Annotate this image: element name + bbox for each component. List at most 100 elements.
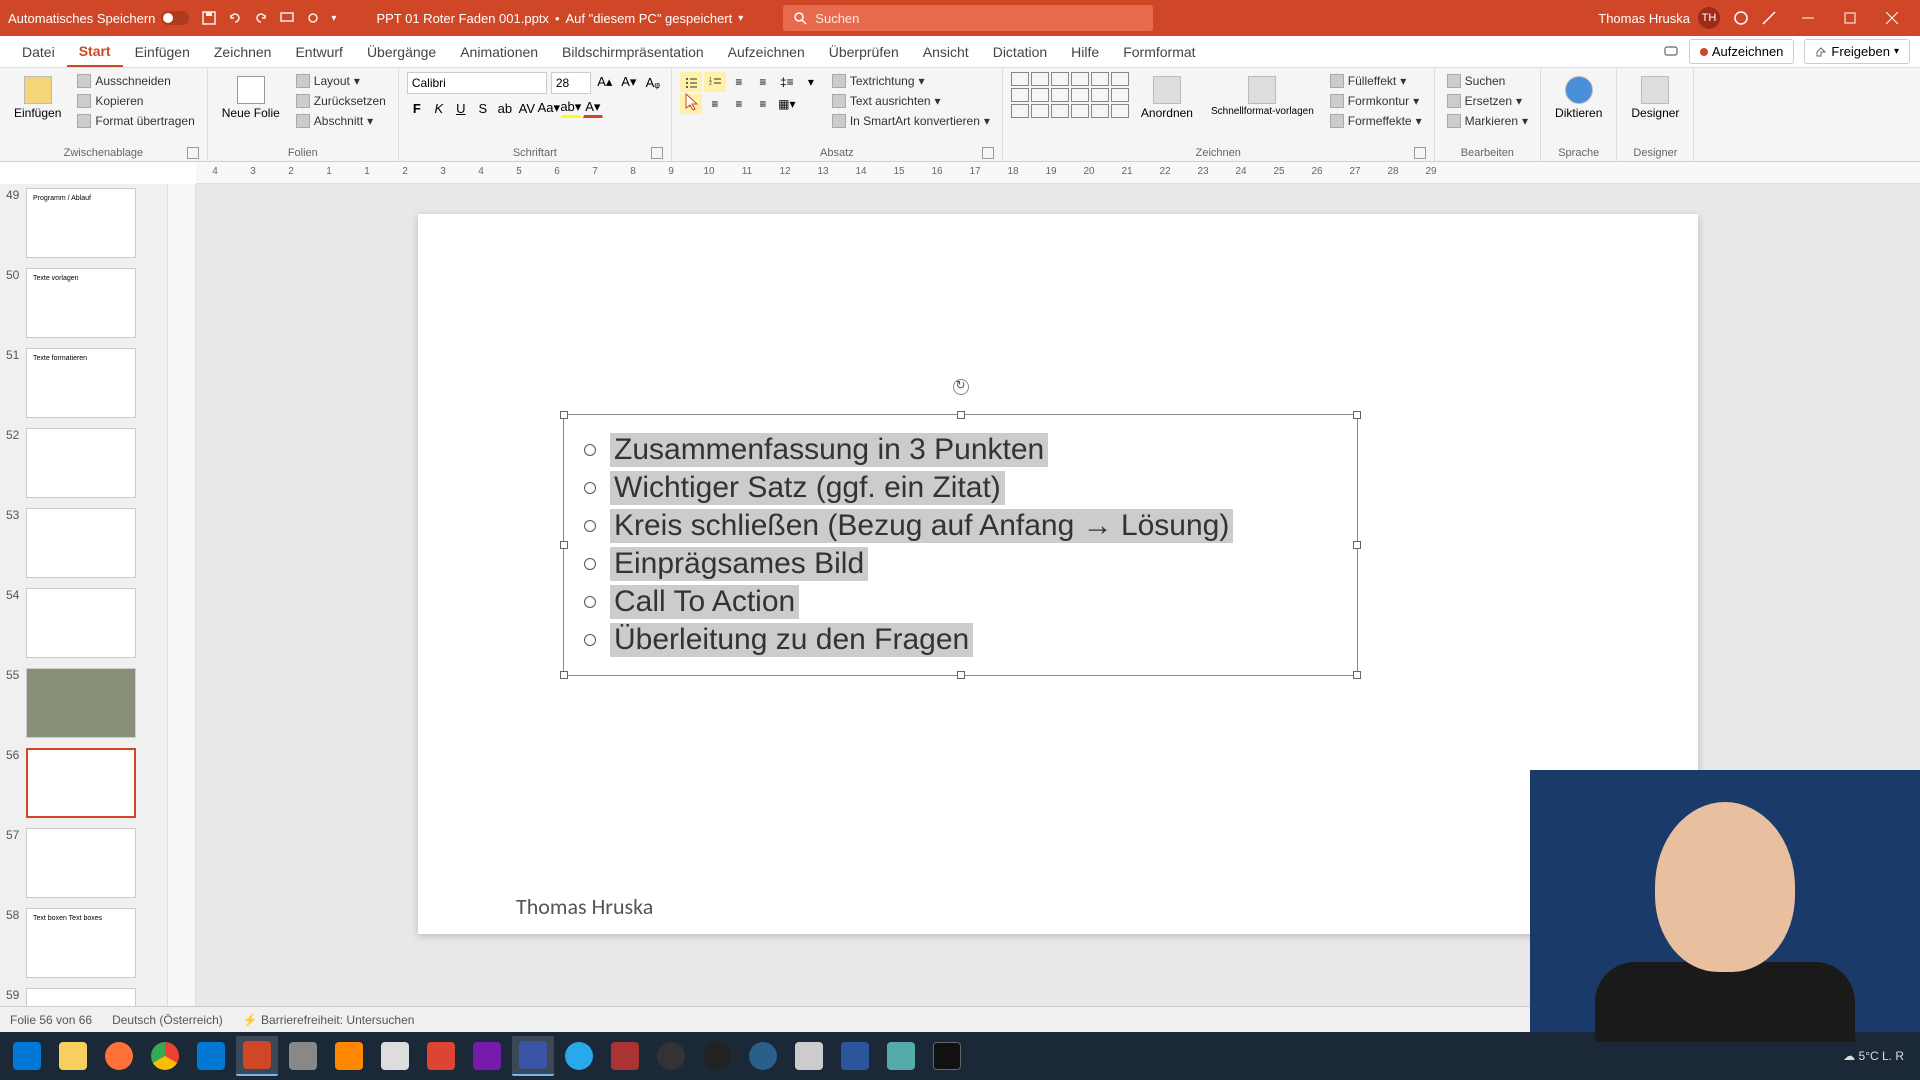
app-icon-4[interactable]: [604, 1036, 646, 1076]
tab-zeichnen[interactable]: Zeichnen: [202, 38, 284, 66]
outline-button[interactable]: Formkontur ▾: [1326, 92, 1426, 110]
bullet-line-5[interactable]: Überleitung zu den Fragen: [584, 623, 1337, 657]
strikethrough-button[interactable]: S: [473, 98, 493, 118]
format-painter-button[interactable]: Format übertragen: [73, 112, 198, 130]
vertical-ruler[interactable]: [168, 184, 196, 1006]
font-color-button[interactable]: A▾: [583, 98, 603, 118]
thumb-preview[interactable]: [26, 508, 136, 578]
thumbnail-57[interactable]: 57: [6, 828, 161, 898]
align-right-button[interactable]: ≡: [728, 94, 750, 114]
save-icon[interactable]: [201, 10, 217, 26]
copy-button[interactable]: Kopieren: [73, 92, 198, 110]
numbering-button[interactable]: 12: [704, 72, 726, 92]
align-left-button[interactable]: ≡: [680, 94, 702, 114]
tab-ueberpruefen[interactable]: Überprüfen: [817, 38, 911, 66]
bullet-line-0[interactable]: Zusammenfassung in 3 Punkten: [584, 433, 1337, 467]
powerpoint-icon[interactable]: [236, 1036, 278, 1076]
bullet-text[interactable]: Einprägsames Bild: [610, 547, 868, 581]
thumbnail-49[interactable]: 49Programm / Ablauf: [6, 188, 161, 258]
resize-handle-tl[interactable]: [560, 411, 568, 419]
fill-button[interactable]: Fülleffekt ▾: [1326, 72, 1426, 90]
align-center-button[interactable]: ≡: [704, 94, 726, 114]
arrange-button[interactable]: Anordnen: [1135, 72, 1199, 124]
app-icon-2[interactable]: [374, 1036, 416, 1076]
thumb-preview[interactable]: Texte vorlagen: [26, 268, 136, 338]
tab-entwurf[interactable]: Entwurf: [283, 38, 354, 66]
system-tray[interactable]: ☁ 5°C L. R: [1843, 1049, 1914, 1063]
thumb-preview[interactable]: [26, 748, 136, 818]
layout-button[interactable]: Layout ▾: [292, 72, 390, 90]
decrease-font-button[interactable]: A▾: [619, 72, 639, 92]
thumbnail-55[interactable]: 55: [6, 668, 161, 738]
thumbnail-51[interactable]: 51Texte formatieren: [6, 348, 161, 418]
vlc-icon[interactable]: [328, 1036, 370, 1076]
tab-animationen[interactable]: Animationen: [448, 38, 550, 66]
redo-icon[interactable]: [253, 10, 269, 26]
undo-icon[interactable]: [227, 10, 243, 26]
search-input[interactable]: [815, 11, 1143, 26]
new-slide-button[interactable]: Neue Folie: [216, 72, 286, 124]
drawing-launcher[interactable]: [1414, 147, 1426, 159]
tab-aufzeichnen[interactable]: Aufzeichnen: [716, 38, 817, 66]
language-indicator[interactable]: Deutsch (Österreich): [112, 1013, 223, 1027]
designer-button[interactable]: Designer: [1625, 72, 1685, 124]
resize-handle-bl[interactable]: [560, 671, 568, 679]
thumbnail-58[interactable]: 58Text boxen Text boxes: [6, 908, 161, 978]
comments-icon[interactable]: [1663, 44, 1679, 60]
toggle-switch[interactable]: [161, 11, 189, 25]
clear-format-button[interactable]: Aᵩ: [643, 72, 663, 92]
replace-button[interactable]: Ersetzen ▾: [1443, 92, 1532, 110]
shapes-gallery[interactable]: [1011, 72, 1129, 118]
app-icon-7[interactable]: [742, 1036, 784, 1076]
reset-button[interactable]: Zurücksetzen: [292, 92, 390, 110]
spacing-button[interactable]: AV: [517, 98, 537, 118]
document-title[interactable]: PPT 01 Roter Faden 001.pptx • Auf "diese…: [376, 11, 743, 26]
app-icon-6[interactable]: [696, 1036, 738, 1076]
app-icon-8[interactable]: [788, 1036, 830, 1076]
find-button[interactable]: Suchen: [1443, 72, 1532, 90]
thumb-preview[interactable]: [26, 588, 136, 658]
close-button[interactable]: [1872, 0, 1912, 36]
effects-button[interactable]: Formeffekte ▾: [1326, 112, 1426, 130]
bullet-line-3[interactable]: Einprägsames Bild: [584, 547, 1337, 581]
draw-icon[interactable]: [1760, 9, 1778, 27]
line-spacing-button[interactable]: ‡≡: [776, 72, 798, 92]
record-button[interactable]: Aufzeichnen: [1689, 39, 1795, 64]
app-icon-9[interactable]: [880, 1036, 922, 1076]
chevron-down-icon[interactable]: ▾: [738, 13, 743, 24]
slide-canvas[interactable]: Zusammenfassung in 3 Punkten Wichtiger Sa…: [418, 214, 1698, 934]
thumb-preview[interactable]: [26, 988, 136, 1006]
resize-handle-tm[interactable]: [957, 411, 965, 419]
qat-dropdown-icon[interactable]: ▾: [331, 13, 336, 24]
font-name-input[interactable]: [407, 72, 547, 94]
slide-thumbnails-panel[interactable]: 49Programm / Ablauf50Texte vorlagen51Tex…: [0, 184, 168, 1006]
bullet-text[interactable]: Kreis schließen (Bezug auf Anfang → Lösu…: [610, 509, 1233, 543]
app-icon-1[interactable]: [282, 1036, 324, 1076]
bullet-text[interactable]: Überleitung zu den Fragen: [610, 623, 973, 657]
smartart-button[interactable]: In SmartArt konvertieren ▾: [828, 112, 994, 130]
slide-counter[interactable]: Folie 56 von 66: [10, 1013, 92, 1027]
thumbnail-53[interactable]: 53: [6, 508, 161, 578]
bullet-text[interactable]: Call To Action: [610, 585, 799, 619]
thumbnail-59[interactable]: 59: [6, 988, 161, 1006]
autosave-toggle[interactable]: Automatisches Speichern: [8, 11, 189, 26]
search-box[interactable]: [783, 5, 1153, 31]
font-launcher[interactable]: [651, 147, 663, 159]
horizontal-ruler[interactable]: 4321123456789101112131415161718192021222…: [196, 162, 1920, 184]
italic-button[interactable]: K: [429, 98, 449, 118]
thumbnail-54[interactable]: 54: [6, 588, 161, 658]
maximize-button[interactable]: [1830, 0, 1870, 36]
underline-button[interactable]: U: [451, 98, 471, 118]
clipboard-launcher[interactable]: [187, 147, 199, 159]
resize-handle-mr[interactable]: [1353, 541, 1361, 549]
paste-button[interactable]: Einfügen: [8, 72, 67, 124]
present-icon[interactable]: [279, 10, 295, 26]
weather-widget[interactable]: ☁ 5°C L. R: [1843, 1049, 1904, 1063]
bullet-list[interactable]: Zusammenfassung in 3 Punkten Wichtiger Sa…: [564, 415, 1357, 675]
chrome-icon[interactable]: [144, 1036, 186, 1076]
font-size-input[interactable]: [551, 72, 591, 94]
bullet-text[interactable]: Wichtiger Satz (ggf. ein Zitat): [610, 471, 1005, 505]
telegram-icon[interactable]: [558, 1036, 600, 1076]
list-level-button[interactable]: ▾: [800, 72, 822, 92]
increase-indent-button[interactable]: ≡: [752, 72, 774, 92]
